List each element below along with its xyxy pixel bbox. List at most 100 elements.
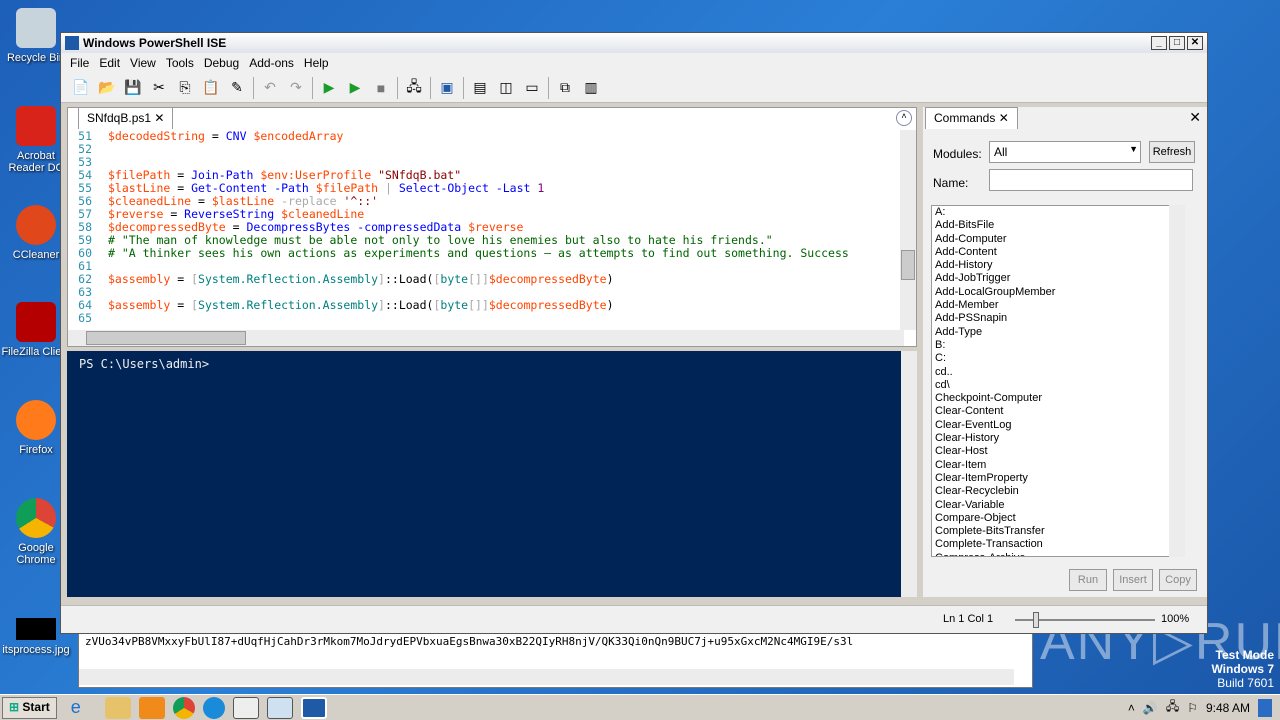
close-tab-icon[interactable]: ✕ (154, 111, 164, 125)
notepad-icon[interactable] (266, 696, 293, 719)
vertical-scrollbar[interactable] (900, 130, 916, 330)
name-input[interactable] (989, 169, 1193, 191)
command-item[interactable]: Compress-Archive (935, 552, 1184, 556)
volume-icon[interactable]: 🔊 (1143, 701, 1158, 715)
command-item[interactable]: Add-Member (935, 299, 1184, 312)
refresh-button[interactable]: Refresh (1149, 141, 1195, 163)
show-hidden-icons[interactable]: ˄ (1128, 701, 1135, 715)
chrome-taskbar-icon[interactable] (172, 696, 195, 719)
clear-icon[interactable]: ✎ (227, 78, 247, 98)
save-icon[interactable]: 💾 (123, 78, 143, 98)
redo-icon[interactable]: ↷ (286, 78, 306, 98)
menu-help[interactable]: Help (299, 56, 334, 70)
run-button[interactable]: Run (1069, 569, 1107, 591)
powershell-console-icon[interactable]: ▣ (437, 78, 457, 98)
command-item[interactable]: B: (935, 339, 1184, 352)
command-item[interactable]: Add-History (935, 259, 1184, 272)
command-item[interactable]: C: (935, 352, 1184, 365)
command-item[interactable]: cd\ (935, 379, 1184, 392)
copy-button[interactable]: Copy (1159, 569, 1197, 591)
tab-snfdqb[interactable]: SNfdqB.ps1 ✕ (78, 107, 174, 129)
commands-list[interactable]: A: Add-BitsFile Add-Computer Add-Content Add… (931, 205, 1185, 557)
commands-scrollbar[interactable] (1169, 205, 1185, 557)
horizontal-scrollbar[interactable] (79, 669, 1014, 685)
command-item[interactable]: Add-Content (935, 246, 1184, 259)
console-pane[interactable]: PS C:\Users\admin> (67, 351, 917, 597)
modules-select[interactable]: All ▼ (989, 141, 1141, 163)
test-mode-text: Test Mode (1215, 648, 1274, 662)
layout-max-icon[interactable]: ▭ (522, 78, 542, 98)
command-item[interactable]: Clear-Content (935, 405, 1184, 418)
command-item[interactable]: cd.. (935, 366, 1184, 379)
command-item[interactable]: Clear-ItemProperty (935, 472, 1184, 485)
layout-right-icon[interactable]: ◫ (496, 78, 516, 98)
command-item[interactable]: Checkpoint-Computer (935, 392, 1184, 405)
command-item[interactable]: Clear-EventLog (935, 419, 1184, 432)
command-item[interactable]: Clear-History (935, 432, 1184, 445)
command-item[interactable]: Clear-Recyclebin (935, 485, 1184, 498)
command-item[interactable]: Add-PSSnapin (935, 312, 1184, 325)
ie-icon[interactable]: e (71, 697, 97, 719)
calculator-icon[interactable] (232, 696, 259, 719)
command-item[interactable]: Clear-Variable (935, 499, 1184, 512)
media-player-icon[interactable] (138, 696, 165, 719)
code-token: ) (606, 298, 614, 312)
command-item[interactable]: Clear-Host (935, 445, 1184, 458)
close-button[interactable]: ✕ (1187, 36, 1203, 50)
remote-icon[interactable]: 🖧 (404, 78, 424, 98)
command-item[interactable]: Add-Type (935, 326, 1184, 339)
clock[interactable]: 9:48 AM (1206, 701, 1250, 715)
explorer-icon[interactable] (104, 696, 131, 719)
insert-button[interactable]: Insert (1113, 569, 1153, 591)
layout-top-icon[interactable]: ▤ (470, 78, 490, 98)
menu-edit[interactable]: Edit (94, 56, 125, 70)
show-commands-icon[interactable]: ▥ (581, 78, 601, 98)
menu-debug[interactable]: Debug (199, 56, 244, 70)
zoom-slider[interactable] (1015, 612, 1155, 628)
tab-commands[interactable]: Commands ✕ (925, 107, 1018, 129)
maximize-button[interactable]: □ (1169, 36, 1185, 50)
copy-icon[interactable]: ⎘ (175, 78, 195, 98)
command-item[interactable]: Complete-BitsTransfer (935, 525, 1184, 538)
command-item[interactable]: Add-JobTrigger (935, 272, 1184, 285)
scroll-thumb[interactable] (86, 331, 246, 345)
new-icon[interactable]: 📄 (71, 78, 91, 98)
code-area[interactable]: 51 $decodedString = CNV $encodedArray 52 53… (68, 130, 904, 330)
horizontal-scrollbar[interactable] (68, 330, 904, 346)
powershell-taskbar-icon[interactable] (300, 696, 327, 719)
command-item[interactable]: Compare-Object (935, 512, 1184, 525)
console-scrollbar[interactable] (901, 351, 917, 597)
menu-tools[interactable]: Tools (161, 56, 199, 70)
minimize-button[interactable]: _ (1151, 36, 1167, 50)
cut-icon[interactable]: ✂ (149, 78, 169, 98)
collapse-icon[interactable]: ˄ (896, 110, 912, 126)
open-icon[interactable]: 📂 (97, 78, 117, 98)
menu-view[interactable]: View (125, 56, 161, 70)
command-item[interactable]: A: (935, 206, 1184, 219)
close-commands-icon[interactable]: ✕ (999, 111, 1009, 125)
chevron-down-icon: ▼ (1129, 144, 1138, 154)
command-item[interactable]: Complete-Transaction (935, 538, 1184, 551)
run-icon[interactable]: ▶ (319, 78, 339, 98)
show-script-icon[interactable]: ⧉ (555, 78, 575, 98)
scroll-thumb[interactable] (901, 250, 915, 280)
menu-addons[interactable]: Add-ons (244, 56, 299, 70)
menu-file[interactable]: File (65, 56, 94, 70)
background-text-window[interactable]: zVUo34vPB8VMxxyFbUlI87+dUqfHjCahDr3rMkom… (78, 628, 1033, 688)
command-item[interactable]: Add-LocalGroupMember (935, 286, 1184, 299)
stop-icon[interactable]: ■ (371, 78, 391, 98)
paste-icon[interactable]: 📋 (201, 78, 221, 98)
undo-icon[interactable]: ↶ (260, 78, 280, 98)
network-icon[interactable]: 🖧 (1166, 697, 1179, 718)
command-item[interactable]: Add-Computer (935, 233, 1184, 246)
zoom-slider-thumb[interactable] (1033, 612, 1039, 628)
run-selection-icon[interactable]: ▶ (345, 78, 365, 98)
close-pane-icon[interactable]: ✕ (1189, 109, 1201, 126)
command-item[interactable]: Clear-Item (935, 459, 1184, 472)
show-desktop-button[interactable] (1258, 698, 1272, 717)
command-item[interactable]: Add-BitsFile (935, 219, 1184, 232)
script-editor[interactable]: SNfdqB.ps1 ✕ ˄ 51 $decodedString = CNV $e… (67, 107, 917, 347)
start-button[interactable]: ⊞ Start (2, 696, 57, 719)
edge-icon[interactable] (202, 696, 225, 719)
flag-icon[interactable]: ⚐ (1187, 701, 1198, 715)
